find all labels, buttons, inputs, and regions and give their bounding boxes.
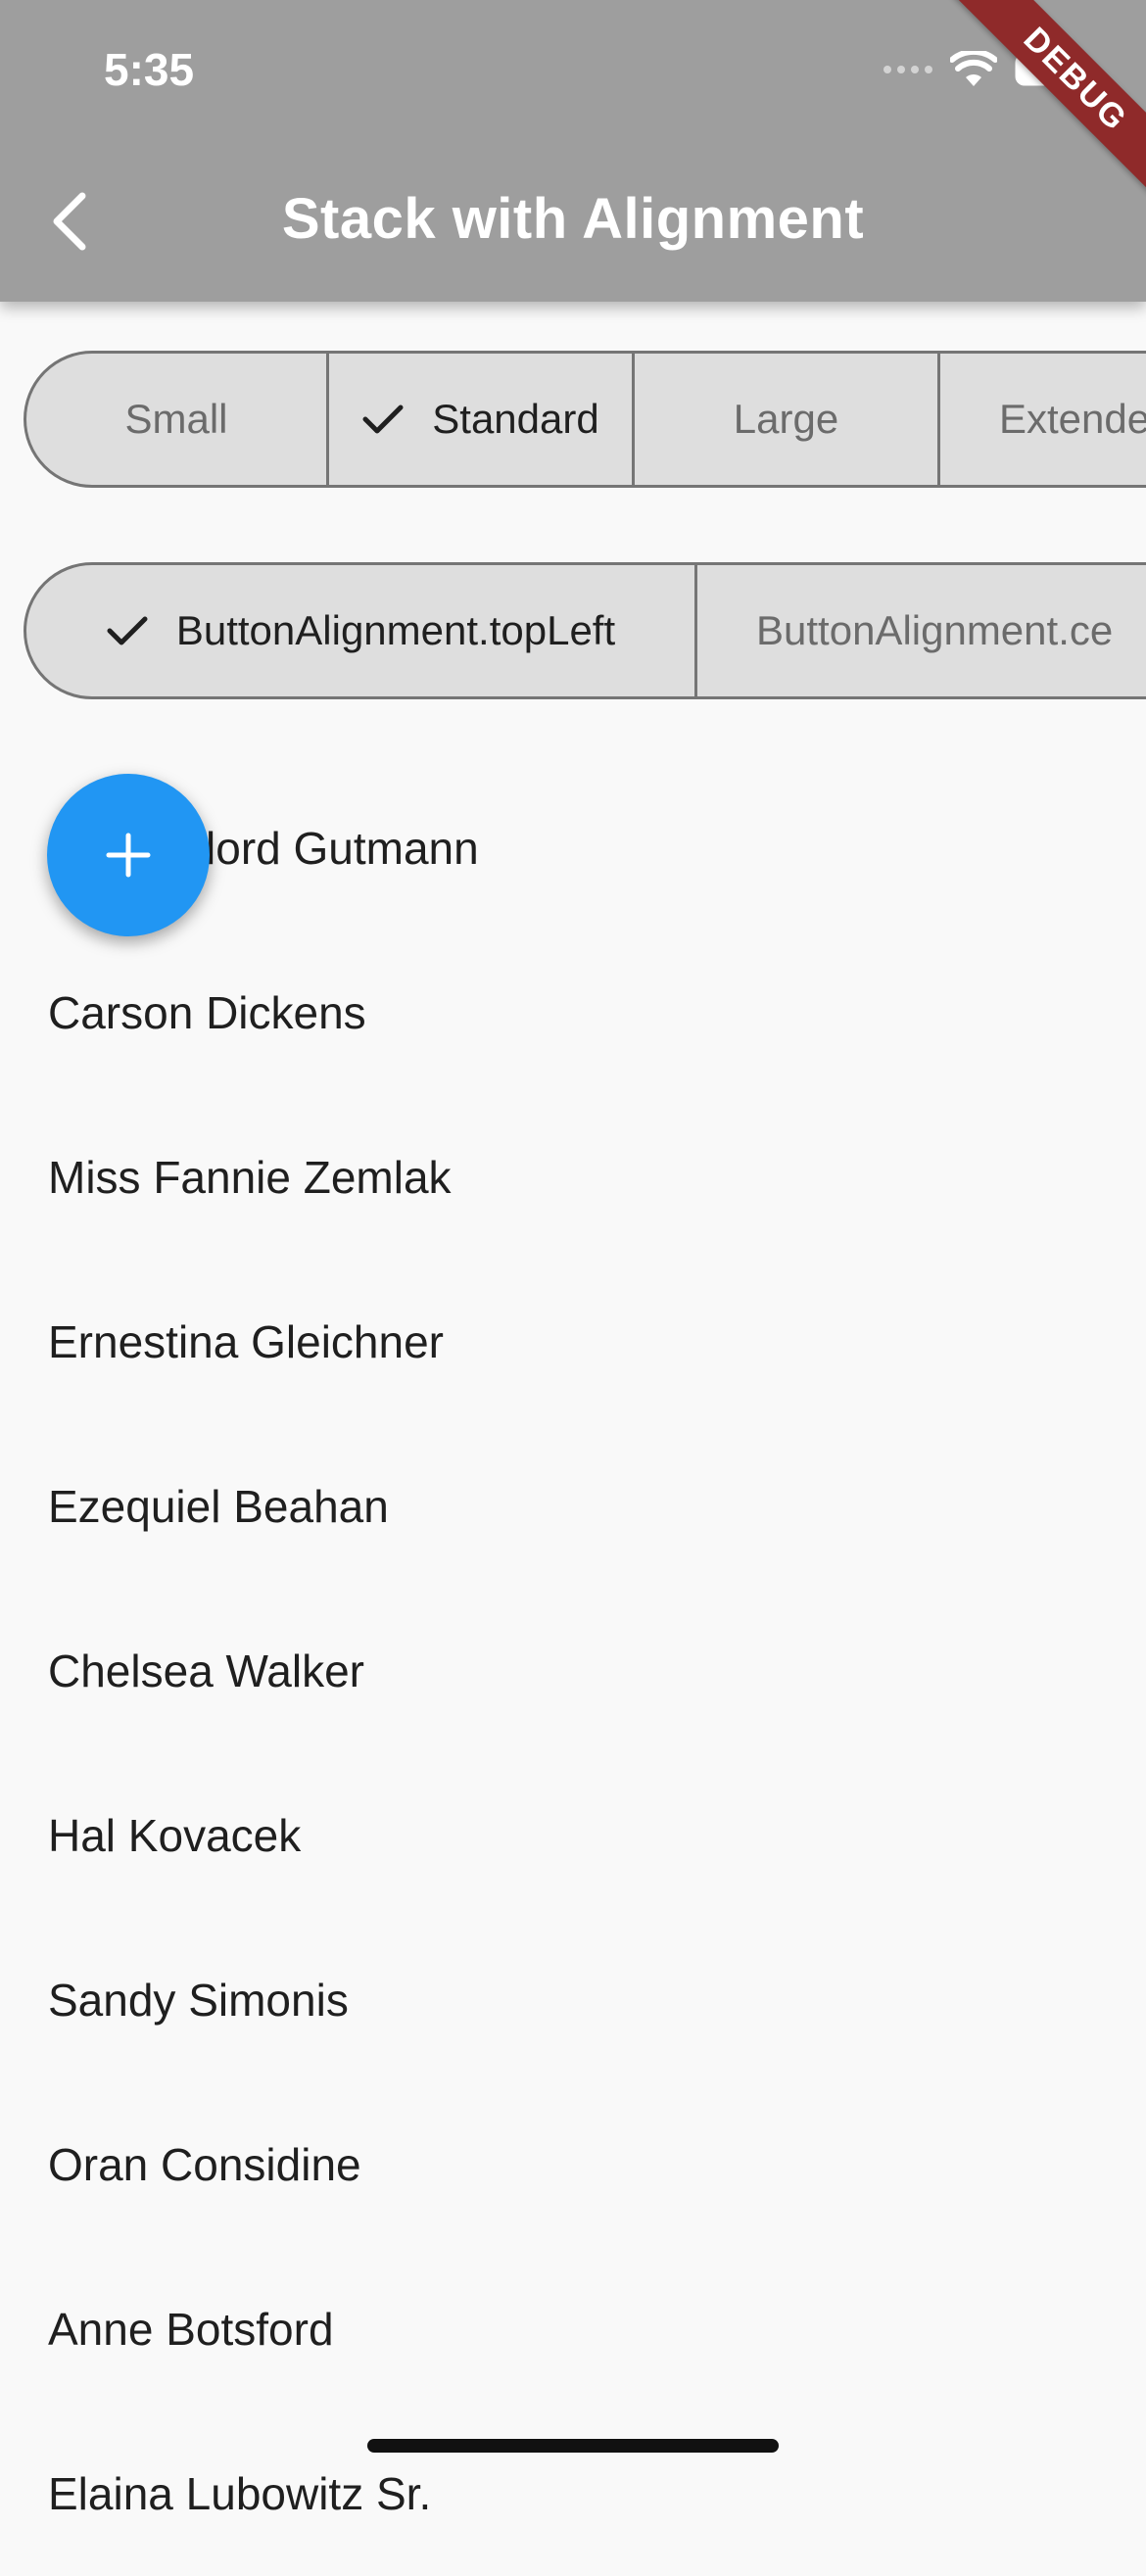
segment-label: ButtonAlignment.topLeft xyxy=(175,607,616,653)
segment-top-left[interactable]: ButtonAlignment.topLeft xyxy=(24,562,697,699)
segment-label: Large xyxy=(733,396,839,442)
plus-icon xyxy=(106,833,151,878)
segment-center[interactable]: ButtonAlignment.ce xyxy=(697,562,1146,699)
cellular-signal-icon xyxy=(883,66,932,73)
wifi-icon xyxy=(950,51,997,88)
status-time: 5:35 xyxy=(104,44,195,95)
app-bar: 5:35 Stack with Alignment xyxy=(0,0,1146,302)
segment-large[interactable]: Large xyxy=(635,351,940,488)
list-item[interactable]: Sandy Simonis xyxy=(0,1918,1146,2082)
segment-label: Extende xyxy=(999,396,1146,442)
button-size-segmented-control: Small Standard Large Extende xyxy=(24,351,1146,488)
list-item[interactable]: Ernestina Gleichner xyxy=(0,1260,1146,1424)
check-icon xyxy=(361,402,405,437)
segment-label: Standard xyxy=(432,396,599,442)
list-item[interactable]: Hal Kovacek xyxy=(0,1753,1146,1918)
button-alignment-segmented-control: ButtonAlignment.topLeft ButtonAlignment.… xyxy=(24,562,1146,699)
list-item[interactable]: Anne Botsford xyxy=(0,2247,1146,2411)
list-item[interactable]: Carson Dickens xyxy=(0,930,1146,1095)
segment-small[interactable]: Small xyxy=(24,351,329,488)
list-item[interactable]: Elaina Lubowitz Sr. xyxy=(0,2411,1146,2576)
list-item[interactable]: Ezequiel Beahan xyxy=(0,1424,1146,1589)
add-fab-button[interactable] xyxy=(47,774,210,936)
list-item[interactable]: Oran Considine xyxy=(0,2082,1146,2247)
segment-standard[interactable]: Standard xyxy=(329,351,635,488)
segment-extended[interactable]: Extende xyxy=(940,351,1146,488)
segment-label: Small xyxy=(124,396,228,442)
segment-label: ButtonAlignment.ce xyxy=(756,607,1114,653)
check-icon xyxy=(106,613,149,648)
names-list[interactable]: Mr. Gaylord Gutmann Carson Dickens Miss … xyxy=(0,766,1146,2576)
list-item[interactable]: Chelsea Walker xyxy=(0,1589,1146,1753)
list-item[interactable]: Miss Fannie Zemlak xyxy=(0,1095,1146,1260)
home-indicator[interactable] xyxy=(367,2439,779,2453)
page-title: Stack with Alignment xyxy=(281,187,865,251)
